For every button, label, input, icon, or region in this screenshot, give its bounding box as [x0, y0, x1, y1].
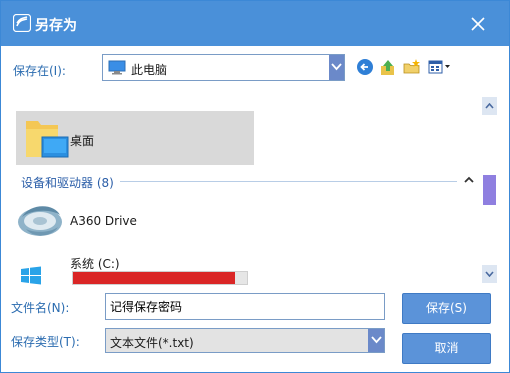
scroll-down-icon: [485, 271, 494, 277]
up-folder-icon[interactable]: [379, 58, 397, 76]
drive-label: A360 Drive: [70, 214, 137, 228]
location-dropdown-button[interactable]: [329, 55, 344, 80]
windows-icon: [21, 266, 41, 285]
filename-label: 文件名(N):: [11, 301, 70, 315]
scroll-up-icon: [485, 103, 494, 109]
chevron-down-icon: [331, 63, 342, 71]
save-button[interactable]: 保存(S): [402, 293, 491, 324]
title-bar: 另存为: [1, 1, 509, 46]
view-menu-icon[interactable]: [428, 58, 454, 76]
new-folder-icon[interactable]: [403, 58, 421, 76]
scroll-up-button[interactable]: [482, 97, 497, 115]
scroll-thumb[interactable]: [483, 175, 496, 205]
chevron-up-icon[interactable]: [464, 176, 474, 184]
save-as-dialog: 另存为 保存在(I): 此电脑 桌面 设备和驱动器 (8) A360 Drive…: [0, 0, 510, 373]
list-item-a360-drive[interactable]: A360 Drive: [16, 199, 316, 245]
location-combo[interactable]: 此电脑: [102, 54, 345, 81]
filetype-value: 文本文件(*.txt): [110, 336, 194, 350]
drive-usage-bar: [72, 271, 248, 285]
folder-label: 桌面: [70, 134, 95, 148]
save-in-label: 保存在(I):: [13, 64, 66, 78]
chevron-down-icon: [371, 336, 382, 344]
drive-usage-fill: [73, 272, 235, 284]
scroll-down-button[interactable]: [482, 265, 497, 283]
group-divider: [120, 181, 457, 182]
a360-drive-icon: [18, 206, 62, 236]
file-list[interactable]: 桌面 设备和驱动器 (8) A360 Drive 系统 (C:): [2, 87, 481, 288]
list-item-desktop[interactable]: 桌面: [16, 111, 254, 165]
system-drive-label: 系统 (C:): [70, 257, 120, 271]
list-item-system-drive[interactable]: 系统 (C:): [16, 253, 316, 288]
computer-icon: [108, 60, 126, 75]
group-header-devices[interactable]: 设备和驱动器 (8): [21, 174, 114, 191]
filetype-dropdown-button[interactable]: [368, 329, 384, 352]
dialog-title: 另存为: [35, 18, 77, 34]
cancel-button[interactable]: 取消: [402, 333, 491, 364]
app-icon: [13, 14, 31, 32]
filetype-label: 保存类型(T):: [11, 335, 80, 349]
folder-icon: [26, 121, 69, 158]
filename-input[interactable]: [105, 293, 385, 320]
location-value: 此电脑: [131, 63, 168, 77]
file-list-scrollbar[interactable]: [482, 97, 497, 285]
back-icon[interactable]: [356, 58, 374, 76]
close-icon[interactable]: [463, 9, 493, 39]
filetype-combo[interactable]: 文本文件(*.txt): [105, 328, 385, 353]
